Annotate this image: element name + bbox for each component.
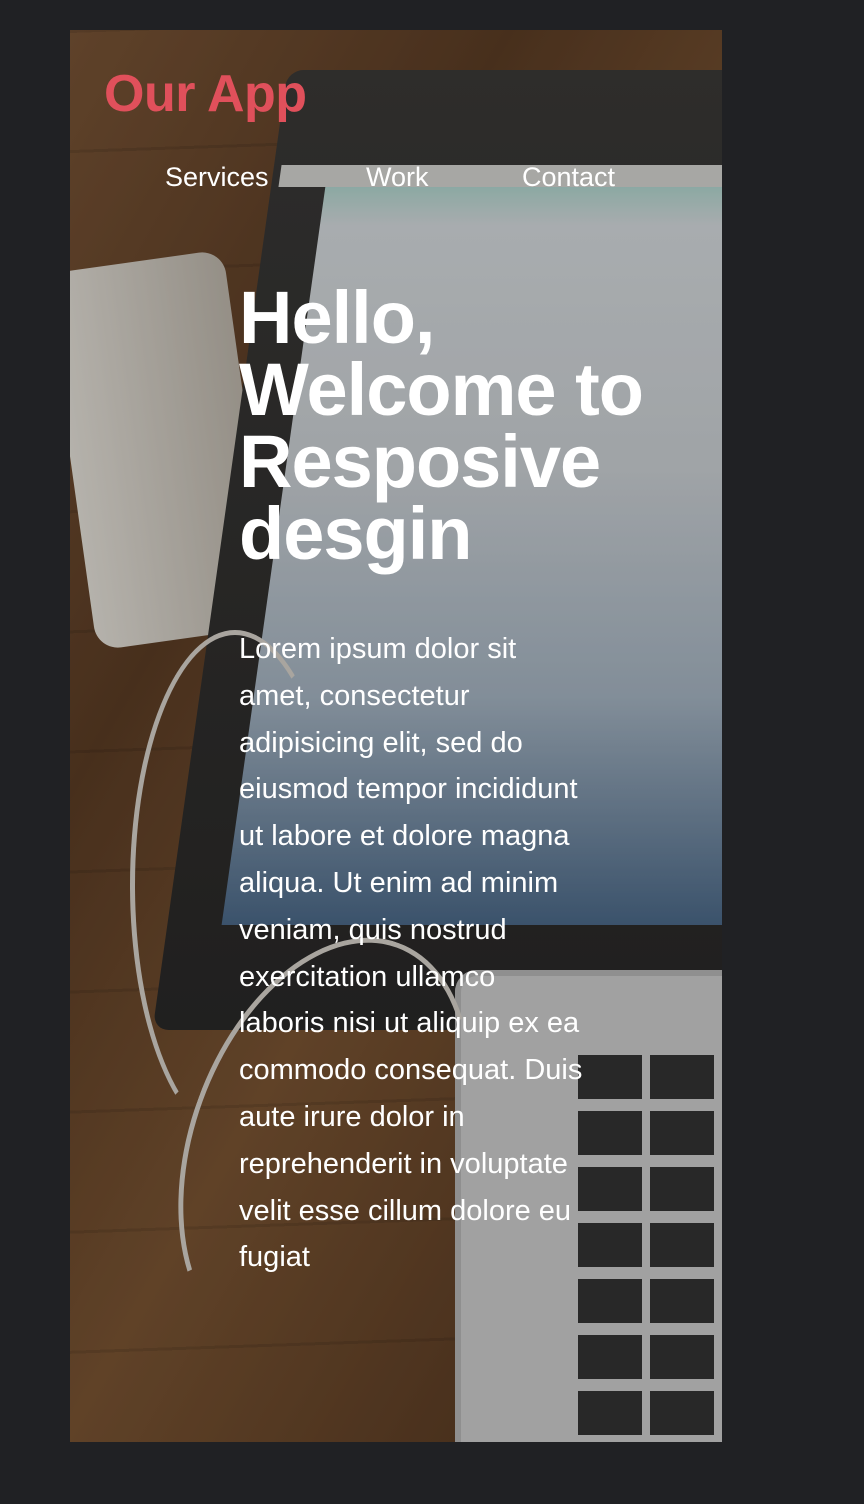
- page-viewport: Our App Services Work Contact Hello, Wel…: [70, 30, 722, 1442]
- app-logo[interactable]: Our App: [104, 68, 307, 120]
- nav-link-work[interactable]: Work: [366, 162, 429, 193]
- main-nav: Services Work Contact: [70, 162, 722, 192]
- hero-section: Hello, Welcome to Resposive desgin Lorem…: [239, 276, 669, 1281]
- nav-link-services[interactable]: Services: [165, 162, 269, 193]
- hero-body-text: Lorem ipsum dolor sit amet, consectetur …: [239, 633, 583, 1274]
- nav-link-contact[interactable]: Contact: [522, 162, 615, 193]
- hero-title: Hello, Welcome to Resposive desgin: [239, 276, 644, 575]
